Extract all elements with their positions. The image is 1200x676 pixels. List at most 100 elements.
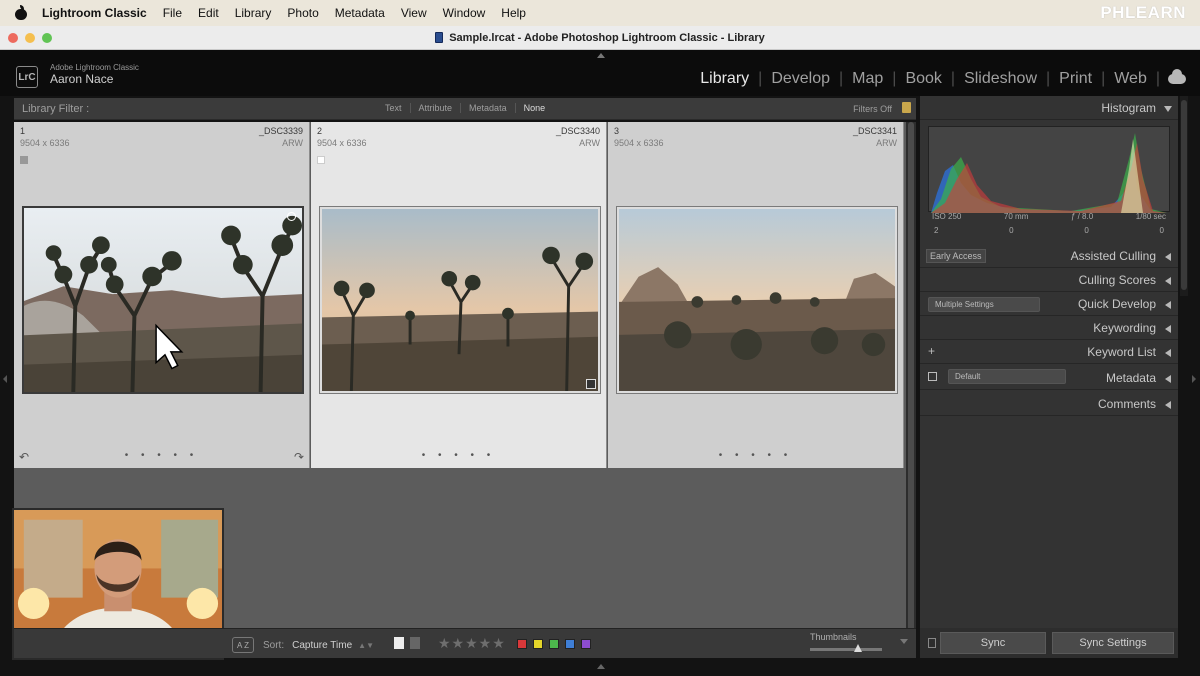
color-label-red[interactable]: [517, 639, 527, 649]
expand-triangle-icon[interactable]: [1165, 301, 1171, 309]
expand-triangle-icon[interactable]: [1165, 325, 1171, 333]
menu-file[interactable]: File: [163, 6, 182, 20]
pick-flag-icon[interactable]: [317, 156, 325, 164]
cell-star-rating[interactable]: • • • • •: [311, 450, 606, 461]
menu-window[interactable]: Window: [443, 6, 486, 20]
macos-menubar: Lightroom Classic File Edit Library Phot…: [0, 0, 1200, 26]
quick-collection-circle-icon[interactable]: [287, 212, 296, 221]
filters-off-dropdown[interactable]: Filters Off: [853, 104, 892, 114]
toolbar-menu-chevron-icon[interactable]: [900, 639, 908, 644]
exif-aperture: ƒ / 8.0: [1070, 212, 1094, 221]
phlearn-watermark: PHLEARN: [1100, 3, 1186, 22]
count-missing[interactable]: 0: [1160, 226, 1164, 238]
module-map[interactable]: Map: [843, 70, 892, 88]
color-label-purple[interactable]: [581, 639, 591, 649]
window-titlebar: Sample.lrcat - Adobe Photoshop Lightroom…: [0, 26, 1200, 50]
grid-scrollbar[interactable]: [906, 122, 916, 640]
right-panel-scrollbar[interactable]: [1180, 96, 1188, 296]
photo-thumbnail[interactable]: [22, 206, 304, 394]
top-panel-toggle-icon[interactable]: [597, 53, 605, 58]
filmstrip-toggle-icon[interactable]: [597, 664, 605, 669]
exif-shutter: 1/80 sec: [1135, 212, 1166, 221]
module-develop[interactable]: Develop: [762, 70, 839, 88]
sort-criteria-dropdown[interactable]: Capture Time: [292, 640, 352, 651]
module-picker: Library | Develop | Map | Book | Slideshow | …: [691, 69, 1186, 88]
menu-metadata[interactable]: Metadata: [335, 6, 385, 20]
slider-knob[interactable]: [854, 644, 863, 652]
filter-none[interactable]: None: [516, 103, 554, 113]
sort-chevron-icon[interactable]: ▲▼: [358, 641, 374, 650]
assisted-culling-header[interactable]: Assisted Culling: [920, 244, 1178, 268]
rating-stars[interactable]: ★★★★★: [438, 635, 506, 652]
reject-flag-filter-icon[interactable]: [410, 637, 420, 649]
menu-library[interactable]: Library: [235, 6, 272, 20]
pick-flag-filter-icon[interactable]: [394, 637, 404, 649]
collapse-triangle-icon[interactable]: [1164, 106, 1172, 112]
keyword-list-header[interactable]: Keyword List: [920, 340, 1178, 364]
quick-develop-title: Quick Develop: [1077, 297, 1156, 311]
comments-header[interactable]: Comments: [920, 390, 1178, 416]
culling-scores-header[interactable]: Culling Scores: [920, 268, 1178, 292]
expand-triangle-icon[interactable]: [1165, 375, 1171, 383]
color-label-yellow[interactable]: [533, 639, 543, 649]
cell-star-rating[interactable]: • • • • •: [14, 450, 309, 461]
library-filter-bar: Library Filter : Text Attribute Metadata…: [14, 98, 916, 120]
minimize-window-button[interactable]: [25, 33, 35, 43]
module-slideshow[interactable]: Slideshow: [955, 70, 1046, 88]
expand-triangle-icon[interactable]: [1165, 253, 1171, 261]
joshua-tree-photo-3: [619, 209, 895, 391]
histogram-counts: 2 0 0 0: [928, 226, 1170, 238]
count-offline[interactable]: 0: [1084, 226, 1088, 238]
rotate-right-icon[interactable]: ↷: [294, 450, 304, 464]
cell-dimensions: 9504 x 6336: [317, 138, 367, 148]
window-title: Sample.lrcat - Adobe Photoshop Lightroom…: [449, 31, 765, 44]
filter-metadata[interactable]: Metadata: [461, 103, 516, 113]
right-panel-toggle-icon[interactable]: [1192, 375, 1196, 383]
color-label-green[interactable]: [549, 639, 559, 649]
comments-title: Comments: [1097, 397, 1156, 411]
close-window-button[interactable]: [8, 33, 18, 43]
apple-icon[interactable]: [14, 5, 28, 21]
color-label-blue[interactable]: [565, 639, 575, 649]
histogram-header[interactable]: Histogram: [920, 96, 1178, 120]
zoom-window-button[interactable]: [42, 33, 52, 43]
sync-button[interactable]: Sync: [940, 632, 1046, 654]
thumbnails-label: Thumbnails: [810, 632, 857, 642]
module-library[interactable]: Library: [691, 70, 758, 88]
quick-develop-header[interactable]: Quick Develop: [920, 292, 1178, 316]
cell-star-rating[interactable]: • • • • •: [608, 450, 903, 461]
filter-text[interactable]: Text: [377, 103, 411, 113]
module-book[interactable]: Book: [896, 70, 950, 88]
photo-thumbnail[interactable]: [616, 206, 898, 394]
menu-app-name[interactable]: Lightroom Classic: [42, 6, 147, 20]
count-smart[interactable]: 0: [1009, 226, 1013, 238]
sync-settings-button[interactable]: Sync Settings: [1052, 632, 1174, 654]
expand-triangle-icon[interactable]: [1165, 349, 1171, 357]
thumbnail-size-slider[interactable]: [810, 644, 882, 652]
menu-help[interactable]: Help: [501, 6, 526, 20]
count-original[interactable]: 2: [934, 226, 938, 238]
metadata-title: Metadata: [1105, 371, 1156, 385]
expand-triangle-icon[interactable]: [1165, 277, 1171, 285]
grid-cell-3[interactable]: 3 9504 x 6336 _DSC3341 ARW • • • • •: [608, 122, 904, 468]
menu-view[interactable]: View: [401, 6, 427, 20]
cell-filename: _DSC3341: [852, 126, 897, 136]
cloud-sync-icon[interactable]: [1168, 69, 1186, 84]
menu-photo[interactable]: Photo: [287, 6, 318, 20]
cell-extension: ARW: [579, 138, 600, 148]
pick-flag-icon[interactable]: [20, 156, 28, 164]
sort-direction-button[interactable]: A Z: [232, 637, 254, 653]
grid-cell-1[interactable]: 1 9504 x 6336 _DSC3339 ARW ↶ • • • • • ↷: [14, 122, 310, 468]
auto-sync-switch-icon[interactable]: [928, 638, 936, 648]
keywording-header[interactable]: Keywording: [920, 316, 1178, 340]
filter-attribute[interactable]: Attribute: [411, 103, 462, 113]
expand-triangle-icon[interactable]: [1165, 401, 1171, 409]
photo-thumbnail[interactable]: [319, 206, 601, 394]
menu-edit[interactable]: Edit: [198, 6, 219, 20]
grid-cell-2[interactable]: 2 9504 x 6336 _DSC3340 ARW • • • • •: [311, 122, 607, 468]
filter-lock-icon[interactable]: [902, 102, 911, 113]
module-print[interactable]: Print: [1050, 70, 1101, 88]
metadata-header[interactable]: Metadata: [920, 364, 1178, 390]
module-web[interactable]: Web: [1105, 70, 1156, 88]
left-panel-toggle-icon[interactable]: [3, 375, 7, 383]
